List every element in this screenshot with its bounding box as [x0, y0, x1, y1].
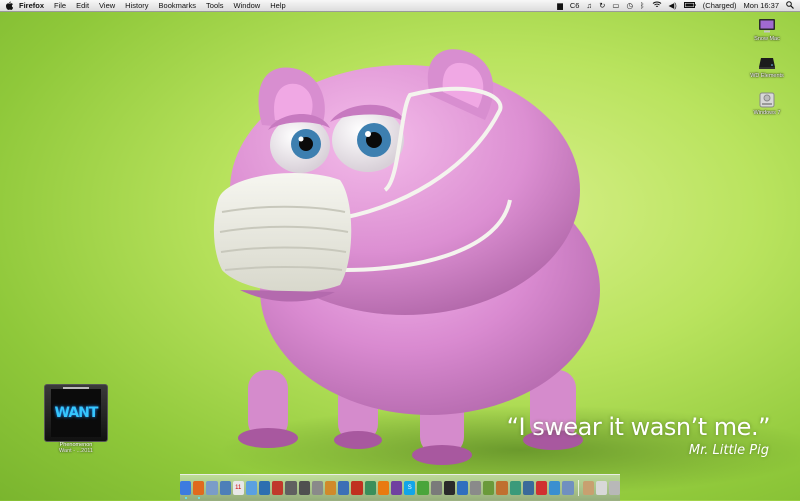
skype-icon[interactable]: S: [404, 481, 416, 495]
running-indicator: [184, 497, 187, 499]
chess-icon[interactable]: [285, 481, 297, 495]
desktop-icon-label: Snow Mac: [754, 36, 780, 42]
menu-app-firefox[interactable]: Firefox: [19, 1, 44, 10]
menu-extras: ▆ C6 ♫ ↻ ▭ ◷ ᛒ ◀) (Charged) Mon 16:37: [557, 0, 800, 11]
desktop-icon-wd-elements[interactable]: WD Elements: [744, 55, 790, 79]
desktop-icon-label: Windows 7: [753, 110, 781, 116]
dock-separator: [577, 480, 579, 496]
inkscape-icon[interactable]: [483, 481, 495, 495]
volume-icon[interactable]: ◀): [669, 2, 677, 10]
leaf-icon[interactable]: [417, 481, 429, 495]
menu-bookmarks[interactable]: Bookmarks: [159, 1, 197, 10]
folder-icon[interactable]: [562, 481, 574, 495]
time-machine-icon[interactable]: ◷: [626, 2, 633, 10]
desktop-icon-windows-7[interactable]: Windows 7: [744, 92, 790, 116]
dock: 11 S: [179, 474, 621, 501]
now-playing-widget[interactable]: WANT Phenomenon Want - ...2011: [44, 384, 108, 458]
album-cover[interactable]: WANT: [44, 384, 108, 442]
network-icon[interactable]: [456, 481, 469, 495]
apple-menu-icon[interactable]: [4, 1, 13, 10]
star-icon[interactable]: [298, 481, 310, 495]
menu-edit[interactable]: Edit: [76, 1, 89, 10]
terminal-icon[interactable]: [443, 481, 455, 495]
flashcard-icon[interactable]: [272, 481, 284, 495]
menu-help[interactable]: Help: [270, 1, 285, 10]
photo-icon[interactable]: [259, 481, 271, 495]
album-cover-word: WANT: [54, 405, 99, 421]
preview-icon[interactable]: [219, 481, 231, 495]
menu-history[interactable]: History: [125, 1, 148, 10]
wallpaper-quote: “I swear it wasn’t me.”: [506, 413, 771, 441]
downloads-icon[interactable]: [595, 481, 607, 495]
safari-icon[interactable]: [549, 481, 561, 495]
sync-icon[interactable]: ↻: [599, 2, 605, 10]
album-art: WANT: [51, 389, 101, 437]
system-prefs-icon[interactable]: [430, 481, 442, 495]
pen-icon[interactable]: [496, 481, 508, 495]
battery-status: (Charged): [702, 0, 737, 10]
menu-tools[interactable]: Tools: [206, 1, 224, 10]
virtualbox-icon[interactable]: [338, 481, 350, 495]
clock[interactable]: Mon 16:37: [744, 2, 779, 10]
tools-icon[interactable]: [311, 481, 323, 495]
spotlight-icon[interactable]: [786, 0, 794, 11]
external-drive-icon: [758, 55, 776, 71]
running-indicator: [198, 497, 201, 499]
calendar-icon[interactable]: 11: [232, 481, 244, 495]
target-icon[interactable]: [536, 481, 548, 495]
display-icon[interactable]: ▭: [612, 2, 619, 10]
desktop-icon-snow-mac[interactable]: Snow Mac: [744, 18, 790, 42]
mac-display-icon: [758, 18, 776, 34]
script-icon[interactable]: [470, 481, 482, 495]
itunes-icon[interactable]: [245, 481, 258, 495]
menu-window[interactable]: Window: [234, 1, 261, 10]
parallels-icon[interactable]: [351, 481, 363, 495]
globe-icon[interactable]: [364, 481, 376, 495]
trash-icon[interactable]: [608, 481, 621, 495]
arrow-icon[interactable]: [509, 481, 521, 495]
printer-icon[interactable]: ▆: [557, 2, 563, 10]
cpu-monitor[interactable]: C6: [570, 2, 580, 10]
desktop-icon-label: WD Elements: [750, 73, 784, 79]
music-note-icon[interactable]: ♫: [586, 2, 592, 10]
notes-icon[interactable]: [390, 481, 403, 495]
bluetooth-icon[interactable]: ᛒ: [640, 2, 645, 10]
firefox-icon[interactable]: [193, 481, 205, 499]
browser-icon[interactable]: [325, 481, 337, 495]
menu-bar: Firefox File Edit View History Bookmarks…: [0, 0, 800, 12]
documents-icon[interactable]: [582, 481, 594, 495]
dock-icon-text: 11: [235, 485, 242, 491]
battery-icon[interactable]: [683, 1, 696, 10]
vlc-icon[interactable]: [377, 481, 389, 495]
dock-icon-text: S: [407, 485, 412, 491]
menu-view[interactable]: View: [99, 1, 115, 10]
mail-icon[interactable]: [206, 481, 218, 495]
menu-file[interactable]: File: [54, 1, 66, 10]
activity-icon[interactable]: [522, 481, 534, 495]
finder-icon[interactable]: [179, 481, 192, 499]
wifi-icon[interactable]: [652, 1, 662, 10]
track-subtitle: Want - ...2011: [59, 448, 93, 454]
hard-disk-icon: [758, 92, 776, 108]
wallpaper-attribution: Mr. Little Pig: [688, 443, 769, 458]
